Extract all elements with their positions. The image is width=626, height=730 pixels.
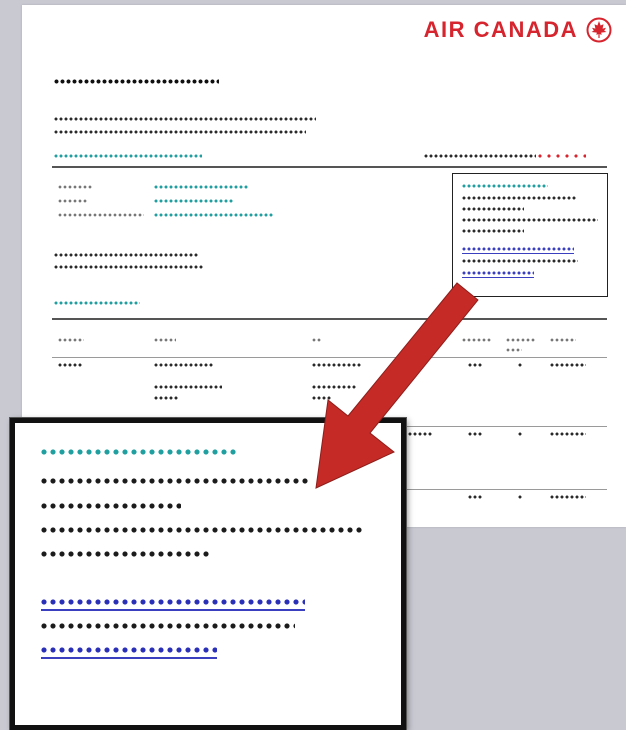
contact-link-underline: [462, 253, 574, 254]
intro-line: [54, 130, 306, 134]
table-header-cell: [550, 338, 576, 342]
brand-name: AIR CANADA: [423, 17, 578, 42]
table-cell: [58, 363, 82, 367]
table-cell: [468, 495, 482, 499]
table-cell: [550, 432, 586, 436]
detail-label: [58, 213, 144, 217]
reference-label-blurred: [424, 154, 536, 158]
brand-logo: AIR CANADA: [424, 17, 612, 43]
table-cell: [312, 385, 356, 389]
detail-note-line: [54, 265, 204, 269]
magnified-line: [41, 527, 363, 533]
section-divider: [52, 166, 607, 168]
table-header-cell: [506, 348, 522, 352]
section-heading-blurred: [54, 154, 202, 158]
magnified-link-underline: [41, 609, 305, 611]
table-header-cell: [312, 338, 322, 342]
detail-value: [154, 213, 274, 217]
table-cell: [468, 432, 482, 436]
table-cell: [518, 363, 523, 367]
magnified-line: [41, 551, 209, 557]
magnified-link[interactable]: [41, 599, 305, 605]
contact-link-underline: [462, 277, 534, 278]
contact-box: [452, 173, 608, 297]
detail-label: [58, 199, 88, 203]
table-divider: [52, 318, 607, 320]
magnified-line: [41, 503, 181, 509]
magnified-contact-box: [10, 418, 406, 730]
table-header-cell: [154, 338, 176, 342]
table-header-rule: [52, 357, 607, 358]
contact-line: [462, 207, 524, 211]
detail-label: [58, 185, 92, 189]
table-cell: [518, 495, 523, 499]
document-title-blurred: [54, 79, 219, 84]
reference-value-blurred: [538, 154, 586, 158]
intro-line: [54, 117, 316, 121]
table-cell: [312, 396, 332, 400]
table-cell: [468, 363, 482, 367]
contact-heading-blurred: [462, 184, 548, 188]
table-cell: [518, 432, 523, 436]
table-heading-blurred: [54, 301, 140, 305]
contact-line: [462, 196, 576, 200]
magnified-heading-blurred: [41, 449, 237, 455]
magnified-line: [41, 623, 295, 629]
table-cell: [550, 495, 586, 499]
detail-note-line: [54, 253, 198, 257]
table-cell: [550, 363, 586, 367]
table-header-cell: [58, 338, 84, 342]
contact-line: [462, 259, 578, 263]
table-cell: [154, 396, 178, 400]
table-cell: [154, 385, 222, 389]
magnified-link-underline: [41, 657, 217, 659]
contact-line: [462, 218, 598, 222]
contact-link[interactable]: [462, 247, 574, 251]
magnified-line: [41, 478, 311, 484]
contact-link[interactable]: [462, 271, 534, 275]
contact-line: [462, 229, 524, 233]
table-header-cell: [506, 338, 536, 342]
detail-value: [154, 185, 248, 189]
table-cell: [312, 363, 362, 367]
detail-value: [154, 199, 234, 203]
maple-leaf-icon: [586, 17, 612, 43]
table-header-cell: [462, 338, 492, 342]
magnified-link[interactable]: [41, 647, 217, 653]
table-cell: [154, 363, 214, 367]
